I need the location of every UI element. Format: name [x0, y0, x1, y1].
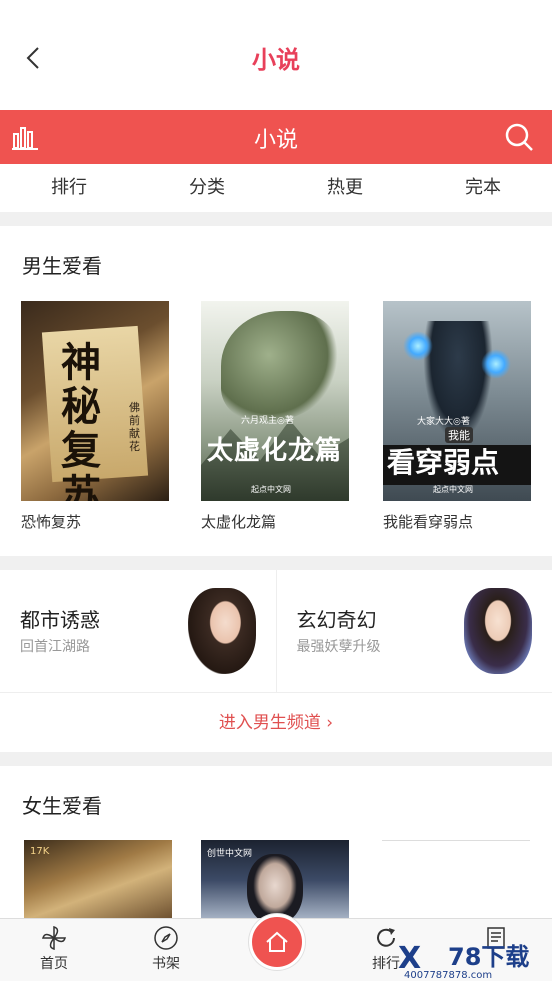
genre-avatar [187, 588, 256, 674]
cover-author: 六月观主◎著 [241, 416, 294, 426]
book-cover[interactable]: 大家大大◎著 我能 看穿弱点 起点中文网 [383, 301, 531, 501]
book-cover[interactable]: 神秘复苏 佛前献花 [21, 301, 169, 501]
tab-hot-updates[interactable]: 热更 [276, 164, 414, 212]
genre-card-urban[interactable]: 都市诱惑 回首江湖路 [0, 570, 276, 692]
tab-ranking[interactable]: 排行 [0, 164, 138, 212]
refresh-icon [377, 928, 395, 947]
book-card[interactable]: 大家大大◎著 我能 看穿弱点 起点中文网 我能看穿弱点 [383, 301, 531, 532]
screen: 小说 小说 排行 分类 热更 完本 男生爱看 神秘复苏 佛前献花 恐怖复苏 六月… [0, 0, 552, 981]
genre-card-fantasy[interactable]: 玄幻奇幻 最强妖孽升级 [275, 570, 552, 692]
section-divider [0, 556, 552, 570]
page-title: 小说 [252, 46, 300, 74]
book-card[interactable]: 六月观主◎著 太虚化龙篇 起点中文网 太虚化龙篇 [201, 301, 349, 532]
watermark-text: 78下载 [448, 943, 530, 971]
nav-label: 书架 [152, 956, 180, 972]
cover-logo: 17K [30, 846, 50, 857]
cover-art [221, 311, 341, 421]
female-section-title: 女生爱看 [22, 794, 102, 818]
pinwheel-icon [42, 926, 66, 950]
watermark-url: 4007787878.com [404, 970, 493, 981]
cover-author: 佛前献花 [129, 401, 140, 453]
genre-name: 玄幻奇幻 [296, 608, 377, 632]
book-title[interactable]: 我能看穿弱点 [383, 511, 531, 532]
section-divider [0, 212, 552, 226]
book-card[interactable]: 神秘复苏 佛前献花 恐怖复苏 [21, 301, 169, 532]
tab-completed[interactable]: 完本 [414, 164, 552, 212]
book-title[interactable]: 恐怖复苏 [21, 511, 169, 532]
cover-placeholder [382, 840, 530, 841]
genre-subtitle: 回首江湖路 [20, 639, 90, 655]
nav-shelf[interactable]: 书架 [136, 925, 196, 973]
divider [0, 692, 552, 693]
cover-art [247, 854, 303, 920]
genre-avatar [464, 588, 532, 674]
enter-male-channel-link[interactable]: 进入男生频道 › [0, 708, 552, 733]
cover-title: 太虚化龙篇 [207, 436, 343, 466]
cover-publisher: 起点中文网 [251, 485, 291, 494]
male-section-title: 男生爱看 [22, 254, 102, 278]
cover-logo: 创世中文网 [207, 849, 253, 859]
book-cover[interactable]: 17K [24, 840, 172, 920]
cover-title: 神秘复苏 [61, 339, 101, 502]
cover-publisher: 起点中文网 [433, 485, 473, 494]
genre-name: 都市诱惑 [20, 608, 100, 632]
nav-home[interactable]: 首页 [24, 925, 84, 973]
genre-subtitle: 最强妖孽升级 [296, 639, 381, 655]
home-center-button[interactable] [249, 914, 305, 970]
search-icon[interactable] [504, 122, 534, 152]
channel-title: 小说 [253, 128, 298, 153]
compass-icon [154, 926, 178, 950]
book-title[interactable]: 太虚化龙篇 [201, 511, 349, 532]
book-cover[interactable]: 六月观主◎著 太虚化龙篇 起点中文网 [201, 301, 349, 501]
tab-categories[interactable]: 分类 [138, 164, 276, 212]
house-icon [266, 931, 288, 952]
cover-art [403, 331, 433, 361]
section-divider [0, 752, 552, 766]
cover-title: 看穿弱点 [387, 446, 500, 479]
genre-cards: 都市诱惑 回首江湖路 玄幻奇幻 最强妖孽升级 [0, 570, 552, 692]
category-tabs: 排行 分类 热更 完本 [0, 164, 552, 212]
cover-author: 大家大大◎著 [417, 417, 470, 427]
watermark: X 78下载 4007787878.com [398, 944, 552, 981]
channel-bar: 小说 [0, 110, 552, 164]
nav-label: 首页 [40, 956, 68, 972]
header: 小说 [0, 0, 552, 110]
book-card[interactable]: 创世中文网 [201, 840, 349, 920]
book-cover[interactable]: 创世中文网 [201, 840, 349, 920]
book-card[interactable]: 17K [24, 840, 172, 920]
cover-art [481, 349, 511, 379]
